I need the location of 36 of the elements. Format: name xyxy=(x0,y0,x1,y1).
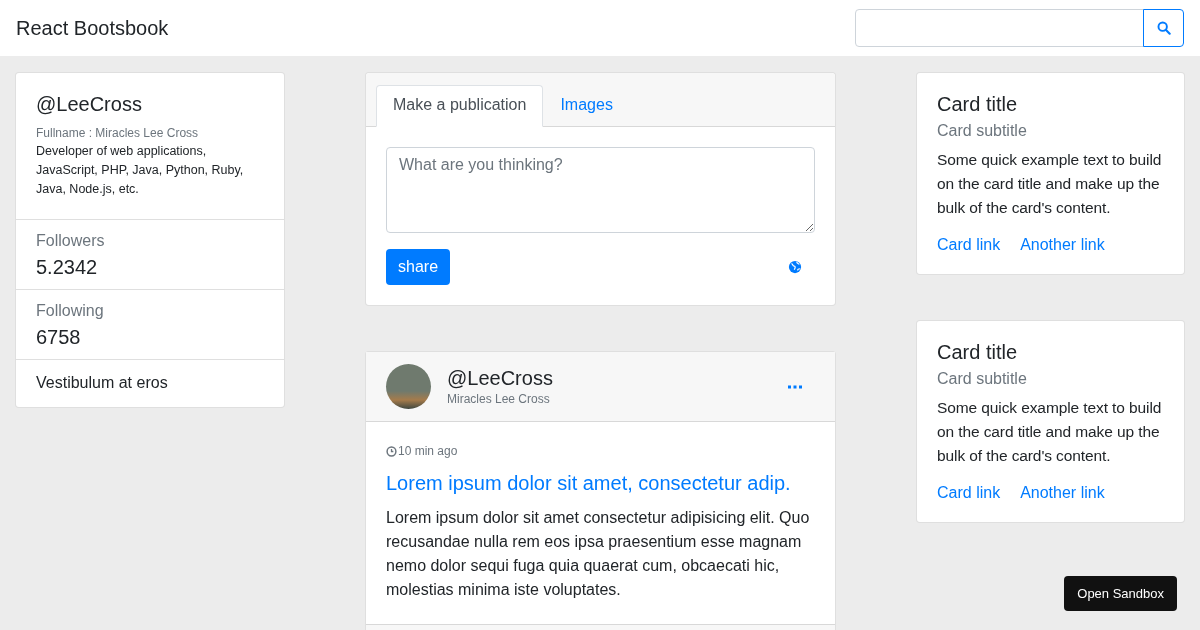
stat-label: Following xyxy=(36,302,105,320)
post-body-text: Lorem ipsum dolor sit amet consectetur adipisicing elit. Quo recusandae nulla rem eos ipsa praesentium esse magnam nemo dolor sequi fuga quia quaerat cum, obcaecati hic, molestias minima iste voluptates. xyxy=(386,508,811,600)
profile-footer-text: Vestibulum at eros xyxy=(35,373,169,393)
card-link[interactable]: Card link xyxy=(937,236,1001,254)
card-text: Some quick example text to build on the card title and make up the bulk of the card's content. xyxy=(937,398,1163,466)
stat-value: 5.2342 xyxy=(36,256,99,279)
search-field[interactable] xyxy=(855,9,1144,47)
card-link[interactable]: Another link xyxy=(1020,484,1105,502)
profile-fullname: Fullname : Miracles Lee Cross xyxy=(36,126,200,140)
profile-handle: @LeeCross xyxy=(36,93,143,116)
post-text-field[interactable]: What are you thinking? xyxy=(386,147,815,233)
share-button[interactable]: share xyxy=(386,249,451,285)
search-button[interactable] xyxy=(1143,9,1184,47)
card-subtitle: Card subtitle xyxy=(937,370,1028,388)
card-link[interactable]: Another link xyxy=(1020,236,1105,254)
card-text: Some quick example text to build on the card title and make up the bulk of the card's content. xyxy=(937,150,1163,218)
brand-title[interactable]: React Bootsbook xyxy=(16,16,169,40)
more-options-icon[interactable] xyxy=(788,384,802,389)
open-sandbox-button[interactable]: Open Sandbox xyxy=(1064,576,1177,611)
tab[interactable]: Images xyxy=(543,85,630,127)
stat-value: 6758 xyxy=(36,326,82,349)
card-title: Card title xyxy=(937,341,1019,364)
card-subtitle: Card subtitle xyxy=(937,122,1028,140)
card-title: Card title xyxy=(937,93,1019,116)
search-icon xyxy=(1156,21,1171,35)
globe-icon[interactable] xyxy=(788,260,802,274)
clock-icon xyxy=(386,445,397,457)
post-author-handle[interactable]: @LeeCross xyxy=(447,367,772,390)
avatar-photo-placeholder xyxy=(386,364,431,409)
tab[interactable]: Make a publication xyxy=(376,85,544,127)
card-link[interactable]: Card link xyxy=(937,484,1001,502)
post-author-name: Miracles Lee Cross xyxy=(447,392,551,406)
post-title-link[interactable]: Lorem ipsum dolor sit amet, consectetur adip. xyxy=(386,472,815,495)
profile-bio: Developer of web applications, JavaScript, PHP, Java, Python, Ruby, Java, Node.js, etc. xyxy=(36,143,245,198)
post-time: 10 min ago xyxy=(398,444,458,458)
stat-label: Followers xyxy=(36,232,106,250)
